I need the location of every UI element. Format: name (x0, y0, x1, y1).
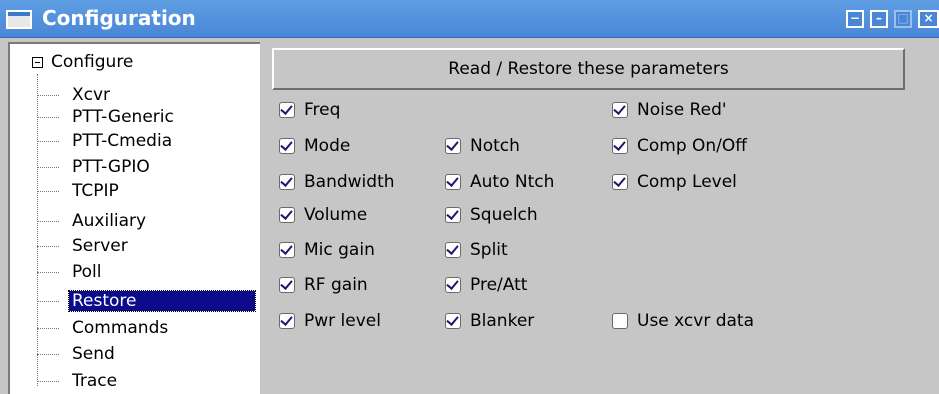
tree-item-ptt-gpio[interactable]: PTT-GPIO (37, 156, 153, 178)
tree-item-ptt-cmedia[interactable]: PTT-Cmedia (37, 130, 175, 152)
checkbox-box[interactable] (279, 242, 295, 258)
minimize-button[interactable]: – (870, 10, 888, 28)
menu-button[interactable]: − (846, 10, 864, 28)
checkbox-blanker[interactable]: Blanker (445, 311, 534, 331)
window-title: Configuration (42, 6, 196, 30)
checkbox-volume[interactable]: Volume (279, 205, 367, 225)
collapse-icon[interactable] (32, 56, 43, 68)
checkbox-label: Notch (470, 136, 520, 156)
tree-item-label: PTT-Cmedia (72, 131, 173, 151)
checkbox-box[interactable] (279, 102, 295, 118)
tree-item-label: TCPIP (72, 181, 119, 201)
tree-item-label: Poll (72, 262, 102, 282)
tree-item-commands[interactable]: Commands (37, 317, 171, 339)
tree-item-auxiliary[interactable]: Auxiliary (37, 210, 149, 232)
checkbox-box[interactable] (445, 313, 461, 329)
close-button[interactable]: × (918, 10, 939, 28)
checkbox-auto-ntch[interactable]: Auto Ntch (445, 172, 554, 192)
tree-item-label: PTT-Generic (72, 107, 174, 127)
checkbox-noise-red[interactable]: Noise Red' (612, 100, 727, 120)
config-tree[interactable]: Configure Xcvr PTT-Generic PTT-Cmedia PT… (8, 42, 260, 394)
checkbox-bandwidth[interactable]: Bandwidth (279, 172, 395, 192)
checkbox-freq[interactable]: Freq (279, 100, 340, 120)
checkbox-label: Blanker (470, 311, 535, 331)
tree-item-server[interactable]: Server (37, 235, 131, 257)
tree-item-send[interactable]: Send (37, 343, 118, 365)
checkbox-squelch[interactable]: Squelch (445, 205, 538, 225)
tree-item-label: Commands (72, 318, 169, 338)
checkbox-box[interactable] (612, 174, 628, 190)
tree-item-xcvr[interactable]: Xcvr (37, 84, 113, 106)
checkbox-split[interactable]: Split (445, 240, 508, 260)
tree-item-poll[interactable]: Poll (37, 261, 105, 283)
checkbox-box[interactable] (612, 102, 628, 118)
checkbox-label: Squelch (470, 205, 538, 225)
restore-params-header: Read / Restore these parameters (272, 48, 905, 90)
checkbox-mode[interactable]: Mode (279, 136, 350, 156)
checkbox-box[interactable] (445, 242, 461, 258)
checkbox-box[interactable] (445, 207, 461, 223)
tree-item-label: Trace (72, 371, 118, 391)
checkbox-box[interactable] (612, 138, 628, 154)
tree-item-restore[interactable]: Restore (37, 290, 256, 312)
tree-root-label: Configure (51, 52, 134, 72)
checkbox-pwr-level[interactable]: Pwr level (279, 311, 381, 331)
checkbox-box[interactable] (279, 138, 295, 154)
checkbox-label: Noise Red' (637, 100, 727, 120)
tree-root-configure[interactable]: Configure (32, 52, 133, 72)
checkbox-label: Pre/Att (470, 275, 528, 295)
tree-item-trace[interactable]: Trace (37, 370, 120, 392)
checkbox-label: Pwr level (304, 311, 381, 331)
checkbox-box[interactable] (279, 313, 295, 329)
checkbox-label: Split (470, 240, 508, 260)
checkbox-label: Bandwidth (304, 172, 395, 192)
window-icon (6, 10, 32, 29)
checkbox-label: Mode (304, 136, 351, 156)
checkbox-label: Volume (304, 205, 368, 225)
tree-item-ptt-generic[interactable]: PTT-Generic (37, 106, 177, 128)
tree-item-label: Restore (68, 290, 256, 312)
checkbox-pre-att[interactable]: Pre/Att (445, 275, 527, 295)
checkbox-label: Mic gain (304, 240, 375, 260)
tree-item-tcpip[interactable]: TCPIP (37, 180, 122, 202)
checkbox-box[interactable] (279, 207, 295, 223)
title-bar[interactable]: Configuration − – □ × (0, 0, 939, 38)
checkbox-label: Auto Ntch (470, 172, 555, 192)
checkbox-box[interactable] (279, 174, 295, 190)
checkbox-box[interactable] (445, 277, 461, 293)
checkbox-comp-on-off[interactable]: Comp On/Off (612, 136, 747, 156)
maximize-button[interactable]: □ (894, 10, 912, 28)
checkbox-use-xcvr-data[interactable]: Use xcvr data (612, 311, 754, 331)
checkbox-comp-level[interactable]: Comp Level (612, 172, 737, 192)
checkbox-box[interactable] (279, 277, 295, 293)
tree-item-label: Xcvr (72, 85, 111, 105)
checkbox-label: Comp On/Off (637, 136, 748, 156)
checkbox-label: Use xcvr data (637, 311, 755, 331)
checkbox-label: Freq (304, 100, 341, 120)
checkbox-label: RF gain (304, 275, 368, 295)
checkbox-rf-gain[interactable]: RF gain (279, 275, 368, 295)
tree-item-label: PTT-GPIO (72, 157, 150, 177)
tree-item-label: Send (72, 344, 115, 364)
checkbox-box[interactable] (445, 174, 461, 190)
checkbox-mic-gain[interactable]: Mic gain (279, 240, 375, 260)
checkbox-box[interactable] (445, 138, 461, 154)
checkbox-notch[interactable]: Notch (445, 136, 520, 156)
checkbox-label: Comp Level (637, 172, 737, 192)
tree-item-label: Server (72, 236, 128, 256)
tree-item-label: Auxiliary (72, 211, 147, 231)
checkbox-box[interactable] (612, 313, 628, 329)
